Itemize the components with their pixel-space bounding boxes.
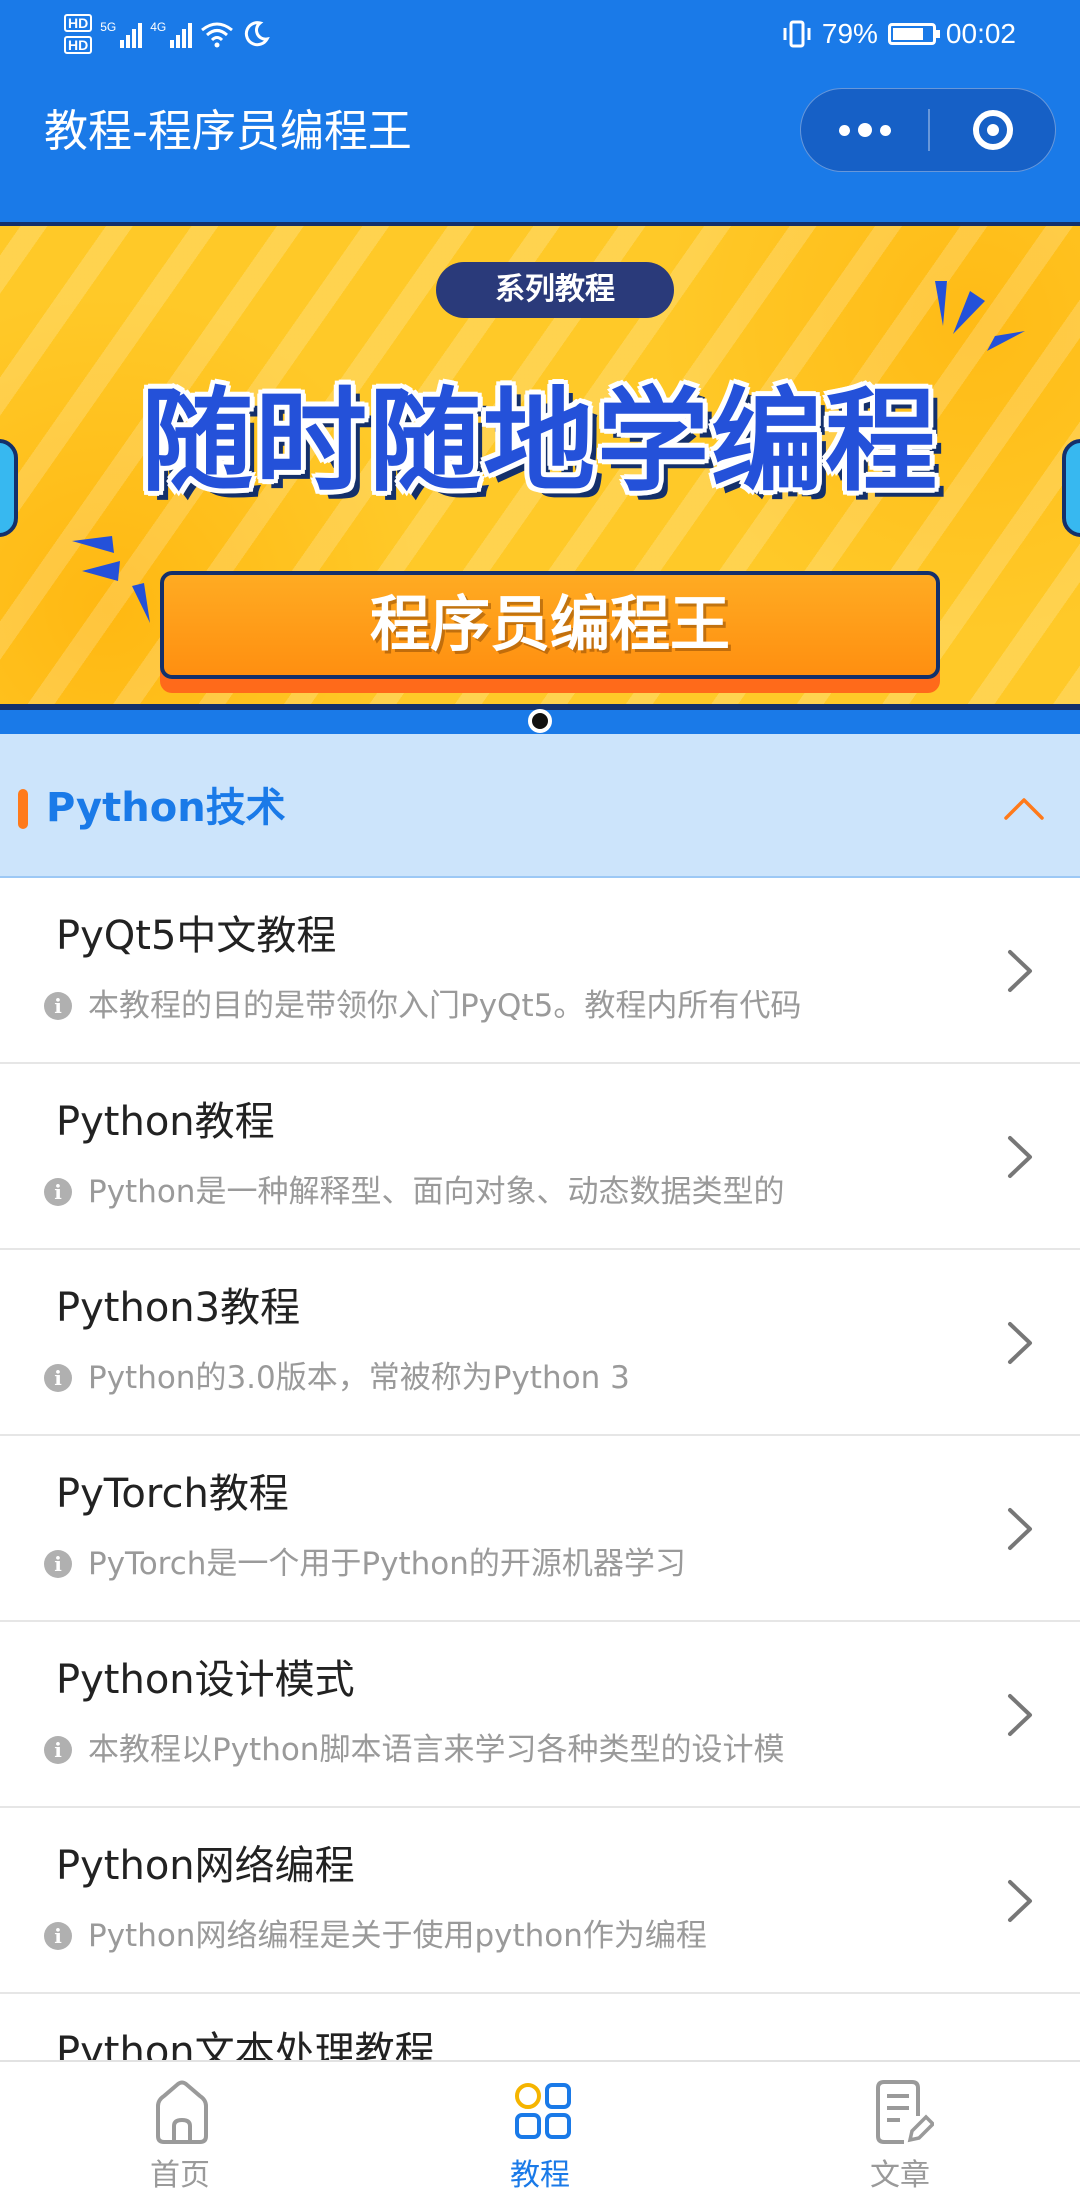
target-icon [972,110,1013,150]
tab-label: 首页 [150,2158,210,2193]
chevron-right-icon [1008,1694,1032,1736]
chevron-right-icon [1008,950,1032,992]
battery-percent: 79% [821,18,878,49]
more-button[interactable] [801,89,928,171]
chevron-right-icon [1008,1880,1032,1922]
article-edit-icon [876,2080,934,2144]
item-description: Python是一种解释型、面向对象、动态数据类型的 [88,1174,785,1210]
battery-icon [887,23,940,45]
info-icon: i [44,992,72,1020]
grid-icon [515,2083,571,2139]
info-icon: i [44,1550,72,1578]
status-bar: HD HD 5G 4G 79% 00:02 [0,0,1080,66]
clock: 00:02 [945,18,1016,49]
item-title: Python3教程 [56,1285,301,1331]
tab-label: 文章 [870,2158,930,2193]
chevron-right-icon [1008,1322,1032,1364]
chevron-up-icon[interactable] [1002,786,1046,830]
item-description: 本教程的目的是带领你入门PyQt5。教程内所有代码 [88,988,802,1024]
wifi-icon [201,22,234,48]
network-type: 4G [150,20,167,34]
close-button[interactable] [930,89,1055,171]
tab-home[interactable]: 首页 [0,2062,360,2206]
banner-prev-edge [0,439,18,537]
banner-cta: 程序员编程王 [160,571,940,679]
info-icon: i [44,1364,72,1392]
hd-badge: HD [64,36,93,54]
tab-tutorials[interactable]: 教程 [360,2062,720,2206]
banner-next-edge [1062,439,1080,537]
hd-indicators: HD HD [64,14,93,54]
mini-program-capsule [800,88,1056,172]
banner-carousel[interactable]: 系列教程 随时随地学编程 程序员编程王 [0,194,1080,734]
section-title: Python技术 [46,785,286,831]
banner-headline: 随时随地学编程 [141,377,939,507]
signal-icon: 5G [100,20,143,48]
tutorial-list: PyQt5中文教程 i 本教程的目的是带领你入门PyQt5。教程内所有代码 Py… [0,878,1080,2180]
item-title: Python设计模式 [56,1657,355,1703]
item-description: 本教程以Python脚本语言来学习各种类型的设计模 [88,1732,785,1768]
hd-badge: HD [64,14,93,32]
item-title: PyQt5中文教程 [56,913,337,959]
item-description: Python网络编程是关于使用python作为编程 [88,1918,707,1954]
list-item[interactable]: Python3教程 i Python的3.0版本，常被称为Python 3 [0,1250,1080,1436]
list-item[interactable]: PyTorch教程 i PyTorch是一个用于Python的开源机器学习 [0,1436,1080,1622]
chevron-right-icon [1008,1508,1032,1550]
item-title: PyTorch教程 [56,1471,289,1517]
nav-bar: 教程-程序员编程王 [0,66,1080,194]
chevron-right-icon [1008,1136,1032,1178]
section-header[interactable]: Python技术 [0,734,1080,878]
list-item[interactable]: PyQt5中文教程 i 本教程的目的是带领你入门PyQt5。教程内所有代码 [0,878,1080,1064]
banner-image[interactable]: 系列教程 随时随地学编程 程序员编程王 [0,222,1080,733]
item-title: Python网络编程 [56,1843,355,1889]
info-icon: i [44,1178,72,1206]
list-item[interactable]: Python教程 i Python是一种解释型、面向对象、动态数据类型的 [0,1064,1080,1250]
vibrate-icon [783,20,811,48]
tab-label: 教程 [510,2158,570,2193]
banner-tag: 系列教程 [436,262,674,318]
info-icon: i [44,1736,72,1764]
carousel-indicator [528,709,552,733]
item-description: Python的3.0版本，常被称为Python 3 [88,1360,630,1396]
home-icon [156,2080,208,2144]
network-type: 5G [100,20,117,34]
tab-articles[interactable]: 文章 [720,2062,1080,2206]
signal-icon: 4G [150,20,193,48]
section-accent-bar [18,789,28,829]
list-item[interactable]: Python网络编程 i Python网络编程是关于使用python作为编程 [0,1808,1080,1994]
status-left: HD HD 5G 4G [64,6,271,62]
item-description: PyTorch是一个用于Python的开源机器学习 [88,1546,686,1582]
info-icon: i [44,1922,72,1950]
sparkle-icon [72,536,150,623]
item-title: Python教程 [56,1099,275,1145]
page-title: 教程-程序员编程王 [44,106,412,157]
tab-bar: 首页 教程 文章 [0,2060,1080,2204]
status-right: 79% 00:02 [782,10,1016,58]
list-item[interactable]: Python设计模式 i 本教程以Python脚本语言来学习各种类型的设计模 [0,1622,1080,1808]
moon-icon [245,21,271,47]
sparkle-icon [935,281,1025,351]
